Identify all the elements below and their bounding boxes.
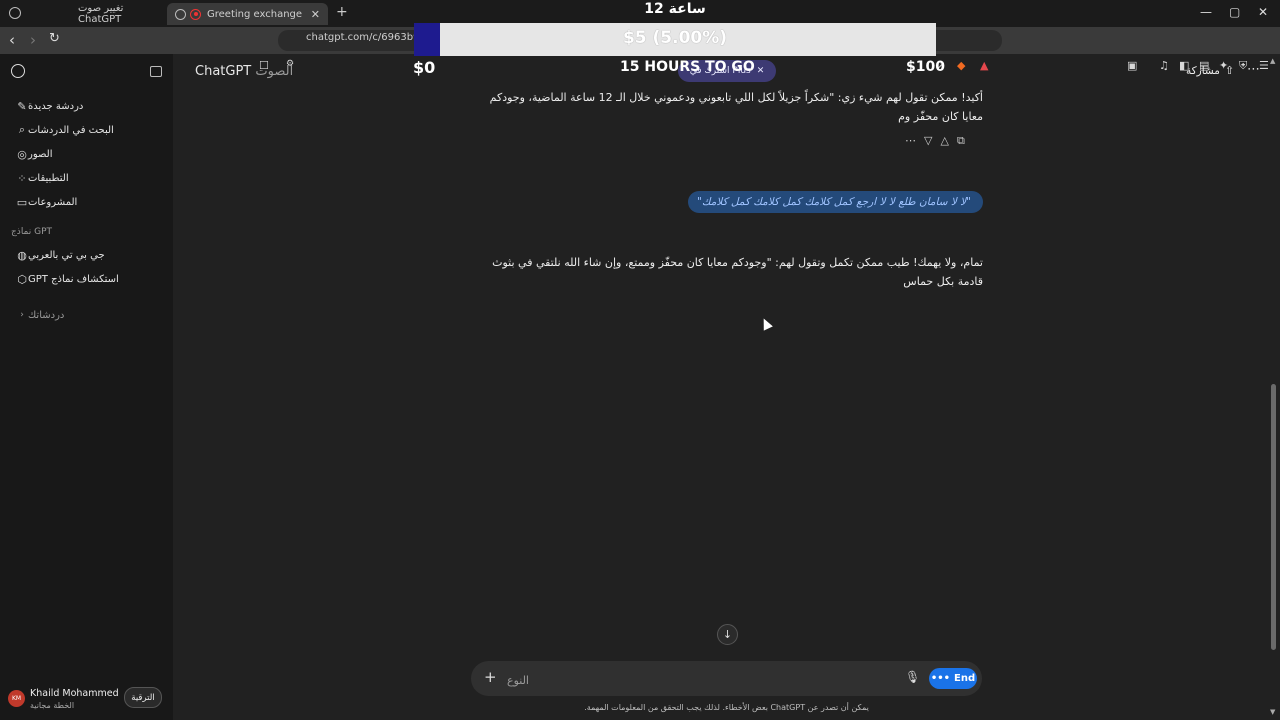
- donation-time-remaining: 15 HOURS TO GO: [620, 59, 755, 75]
- scroll-to-bottom-button[interactable]: ↓: [717, 624, 738, 645]
- donation-progress-bar: $5 (5.00%): [414, 23, 936, 56]
- edit-icon: ✎: [17, 99, 27, 113]
- model-selector[interactable]: ChatGPT الصوت: [195, 64, 293, 79]
- menu-icon[interactable]: ☰: [1259, 59, 1269, 72]
- mouse-cursor: [759, 316, 773, 331]
- microphone-icon[interactable]: 🎙: [905, 670, 920, 684]
- sidebar-item-label: البحث في الدردشات: [28, 124, 114, 136]
- sidebar-item-label: المشروعات: [28, 196, 78, 208]
- composer: + 🎙 ••• End: [471, 661, 982, 696]
- media-icon[interactable]: ♫: [1159, 59, 1169, 72]
- dots-icon: •••: [930, 673, 951, 684]
- more-actions-icon[interactable]: ⋯: [905, 134, 916, 148]
- sidebar-toggle-icon[interactable]: [150, 66, 162, 77]
- more-options-icon[interactable]: ⋯: [1247, 62, 1260, 77]
- search-icon: ⌕: [18, 123, 26, 136]
- vpn-icon[interactable]: ⛨: [1239, 59, 1247, 73]
- sidebar-item-images[interactable]: الصور ◎: [11, 145, 53, 163]
- sidebar-item-label: دردشة جديدة: [28, 100, 84, 112]
- message-input[interactable]: [505, 670, 889, 690]
- tab-title: تغيير صوت ChatGPT: [78, 3, 124, 25]
- gpt-avatar-icon: ◍: [17, 248, 27, 262]
- assistant-message: تمام، ولا يهمك! طيب ممكن تكمل وتقول لهم:…: [492, 256, 983, 288]
- donation-max: $100: [906, 59, 945, 75]
- thumbs-up-icon[interactable]: △: [940, 134, 948, 148]
- user-message-text: "لا لا سامان طلع لا لا ارجع كمل كلامك كم…: [697, 196, 971, 208]
- sidebar-item-explore-gpts[interactable]: استكشاف نماذج GPT ⬡: [11, 270, 119, 288]
- maximize-icon[interactable]: ▢: [1229, 5, 1240, 19]
- close-icon[interactable]: ✕: [757, 66, 765, 76]
- sidebar-item-projects[interactable]: المشروعات ▭: [11, 193, 78, 211]
- sidebar-item-label: استكشاف نماذج GPT: [28, 273, 119, 285]
- donation-min: $0: [413, 58, 436, 77]
- donation-amount: $5 (5.00%): [622, 28, 728, 48]
- folder-icon: ▭: [16, 195, 28, 209]
- chatgpt-favicon-icon: [175, 8, 186, 20]
- apps-icon: ⁘: [17, 171, 27, 185]
- overlay-title: 12 ساعة: [644, 1, 706, 17]
- chats-heading-label: دردشاتك: [28, 309, 65, 321]
- sidebar-item-label: التطبيقات: [28, 172, 69, 184]
- sidebar-item-label: جي بي تي بالعربي: [28, 249, 105, 261]
- forward-icon[interactable]: ›: [30, 31, 36, 49]
- back-icon[interactable]: ‹: [9, 31, 15, 49]
- tab-greeting-exchange[interactable]: Greeting exchange ✕: [167, 3, 328, 25]
- sidebar-panel-icon[interactable]: ▣: [1127, 59, 1137, 72]
- scroll-down-icon[interactable]: ▼: [1270, 708, 1275, 716]
- sidebar-item-apps[interactable]: التطبيقات ⁘: [11, 169, 69, 187]
- close-window-icon[interactable]: ✕: [1258, 5, 1268, 19]
- thumbs-down-icon[interactable]: ▽: [924, 134, 932, 148]
- disclaimer: يمكن أن تصدر عن ChatGPT بعض الأخطاء. لذل…: [584, 703, 869, 712]
- tab-title: Greeting exchange: [207, 8, 303, 20]
- share-icon: ⇧: [1224, 64, 1235, 77]
- new-tab-icon[interactable]: +: [336, 4, 348, 20]
- close-tab-icon[interactable]: ✕: [311, 8, 320, 21]
- sidebar-item-search[interactable]: البحث في الدردشات ⌕: [11, 121, 114, 139]
- sidebar-item-label: الصور: [28, 148, 53, 160]
- user-message: "لا لا سامان طلع لا لا ارجع كمل كلامك كم…: [688, 191, 983, 213]
- model-mode: الصوت: [255, 64, 294, 79]
- chats-heading[interactable]: دردشاتك ‹: [11, 306, 64, 324]
- scrollbar-thumb[interactable]: [1271, 384, 1276, 650]
- assistant-message: أكيد! ممكن تقول لهم شيء زي: "شكراً جزيلا…: [489, 91, 983, 123]
- recording-icon: [190, 8, 201, 20]
- sidebar-item-arabic-gpt[interactable]: جي بي تي بالعربي ◍: [11, 246, 105, 264]
- sidebar-item-new-chat[interactable]: دردشة جديدة ✎: [11, 97, 83, 115]
- message-actions: ⋯ ▽ △ ⧉: [905, 134, 965, 148]
- chevron-left-icon: ‹: [20, 310, 24, 320]
- copy-icon[interactable]: ⧉: [957, 134, 965, 148]
- user-name: Khaild Mohammed: [30, 688, 119, 699]
- tab-voice-change[interactable]: تغيير صوت ChatGPT: [78, 3, 170, 25]
- image-icon: ◎: [17, 147, 27, 161]
- share-button[interactable]: مشاركة ⇧: [1186, 64, 1234, 77]
- brave-shield-icon[interactable]: ◆: [957, 59, 965, 72]
- brave-rewards-icon[interactable]: ▲: [980, 59, 988, 72]
- gpts-heading: نماذج GPT: [11, 227, 53, 237]
- reload-icon[interactable]: ↻: [49, 31, 60, 46]
- attach-plus-icon[interactable]: +: [484, 668, 497, 686]
- scroll-up-icon[interactable]: ▲: [1270, 57, 1275, 65]
- end-label: End: [954, 673, 976, 684]
- cube-icon: ⬡: [17, 272, 27, 286]
- chatgpt-logo-icon[interactable]: [11, 64, 25, 78]
- model-name: ChatGPT: [195, 64, 252, 79]
- minimize-icon[interactable]: —: [1200, 5, 1212, 19]
- browser-menu-icon[interactable]: [9, 7, 21, 19]
- end-voice-button[interactable]: ••• End: [929, 668, 977, 689]
- sidebar: دردشة جديدة ✎ البحث في الدردشات ⌕ الصور …: [0, 54, 173, 720]
- share-label: مشاركة: [1186, 64, 1220, 77]
